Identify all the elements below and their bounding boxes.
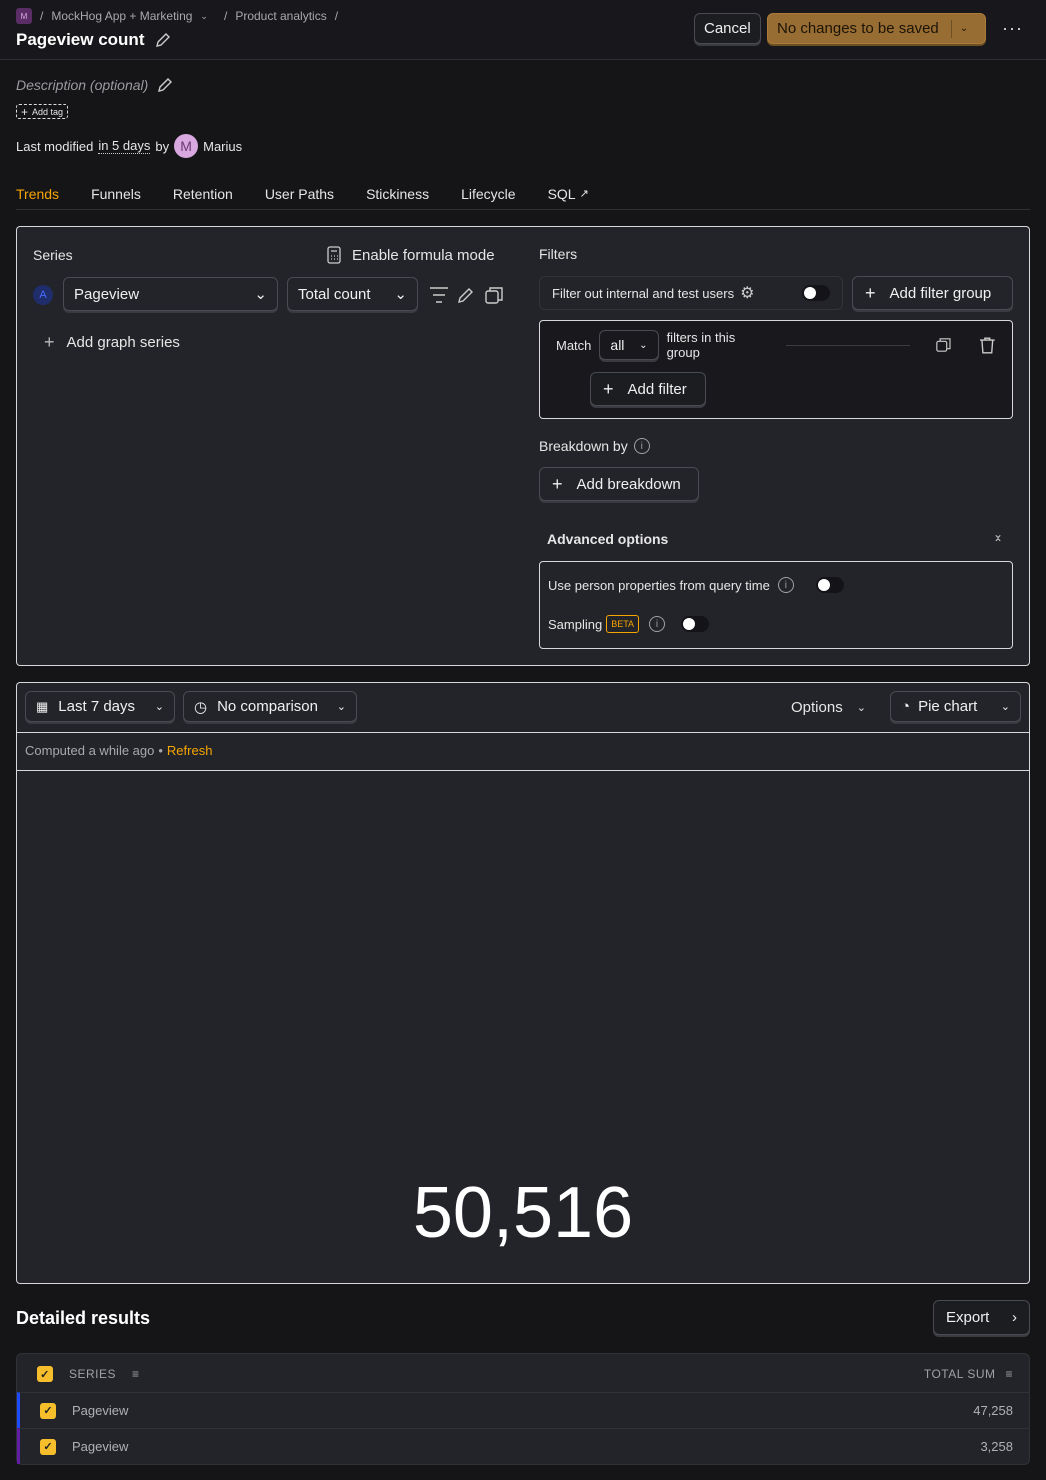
cancel-button[interactable]: Cancel: [694, 13, 761, 44]
plus-icon: +: [21, 104, 29, 119]
tab-sql[interactable]: SQL ↗: [548, 186, 589, 202]
breadcrumb-project[interactable]: MockHog App + Marketing: [51, 9, 192, 23]
advanced-options: [539, 561, 1013, 649]
computed-status: Computed a while ago • Refresh: [25, 743, 213, 758]
plus-icon: +: [552, 473, 563, 494]
page-title: Pageview count: [16, 30, 172, 50]
export-button[interactable]: Export ›: [933, 1300, 1030, 1335]
table-row: ✓ Pageview 3,258: [17, 1428, 1029, 1464]
add-filter-group-button[interactable]: + Add filter group: [852, 276, 1013, 310]
chevron-down-icon[interactable]: ⌄: [200, 11, 208, 22]
add-graph-series-button[interactable]: + Add graph series: [44, 332, 180, 353]
breakdown-label: Breakdown by i: [539, 438, 650, 454]
options-button[interactable]: Options ⌄: [791, 699, 866, 716]
sort-icon[interactable]: ≡: [1005, 1367, 1013, 1381]
more-icon[interactable]: ···: [1002, 18, 1023, 39]
tab-funnels[interactable]: Funnels: [91, 186, 141, 202]
calculator-icon: [327, 246, 341, 264]
plus-icon: +: [44, 332, 55, 352]
breadcrumb-section[interactable]: Product analytics: [235, 9, 326, 23]
duplicate-icon[interactable]: [935, 337, 952, 353]
select-all-checkbox[interactable]: ✓: [37, 1366, 53, 1382]
filters-label: Filters: [539, 246, 578, 262]
duplicate-icon[interactable]: [485, 286, 504, 305]
table-header: ✓ SERIES ≡ TOTAL SUM ≡: [17, 1356, 1029, 1392]
clock-icon: ◷: [194, 698, 208, 716]
chevron-down-icon: ⌄: [856, 702, 866, 714]
chevron-down-icon: ⌄: [1000, 701, 1010, 713]
event-select[interactable]: Pageview ⌄: [63, 277, 278, 311]
plus-icon: +: [865, 282, 876, 303]
add-breakdown-button[interactable]: + Add breakdown: [539, 467, 699, 501]
collapse-icon[interactable]: ⌄ ⌃: [993, 528, 1003, 549]
row-checkbox[interactable]: ✓: [40, 1438, 56, 1455]
tab-retention[interactable]: Retention: [173, 186, 233, 202]
filter-icon[interactable]: [428, 285, 450, 305]
pencil-icon[interactable]: [154, 31, 172, 49]
info-icon[interactable]: i: [777, 577, 794, 593]
insight-tabs: Trends Funnels Retention User Paths Stic…: [16, 178, 1030, 210]
sampling-toggle[interactable]: [681, 616, 710, 632]
description-field[interactable]: Description (optional): [16, 76, 174, 94]
series-badge: A: [33, 285, 53, 305]
beta-badge: BETA: [606, 615, 640, 633]
internal-users-toggle[interactable]: [802, 285, 830, 301]
table-row: ✓ Pageview 47,258: [17, 1392, 1029, 1428]
avatar: M: [174, 134, 199, 158]
internal-users-filter: Filter out internal and test users ⚙: [539, 276, 843, 310]
chevron-down-icon: ⌄: [394, 286, 407, 303]
chevron-down-icon[interactable]: ⌄: [960, 23, 968, 34]
tab-trends[interactable]: Trends: [16, 186, 59, 202]
series-label: Series: [33, 247, 73, 263]
chart-type-select[interactable]: ◔ Pie chart ⌄: [890, 691, 1021, 722]
total-value: 50,516: [412, 1173, 634, 1253]
gear-icon[interactable]: ⚙: [740, 283, 754, 303]
tab-user-paths[interactable]: User Paths: [265, 186, 334, 202]
calendar-icon: ▦: [36, 698, 49, 714]
detailed-results-title: Detailed results: [16, 1308, 151, 1328]
breadcrumb: M / MockHog App + Marketing ⌄ / Product …: [16, 8, 338, 24]
person-properties-toggle[interactable]: [815, 577, 844, 593]
math-select[interactable]: Total count ⌄: [287, 277, 418, 311]
last-modified: Last modified in 5 days by M Marius: [16, 134, 242, 158]
advanced-options-header[interactable]: Advanced options ⌄ ⌃: [547, 528, 1003, 549]
save-button[interactable]: No changes to be saved ⌄: [767, 13, 986, 44]
project-logo: M: [16, 8, 32, 24]
add-filter-button[interactable]: + Add filter: [590, 372, 706, 406]
sort-icon[interactable]: ≡: [132, 1367, 140, 1381]
info-icon[interactable]: i: [633, 438, 650, 454]
add-tag-button[interactable]: + Add tag: [16, 104, 69, 119]
external-link-icon: ↗: [579, 188, 589, 200]
row-checkbox[interactable]: ✓: [40, 1402, 56, 1419]
chevron-down-icon: ⌄: [154, 701, 164, 713]
pencil-icon[interactable]: [156, 76, 174, 94]
tab-stickiness[interactable]: Stickiness: [366, 186, 429, 202]
formula-mode-button[interactable]: Enable formula mode: [326, 246, 495, 264]
match-select[interactable]: all ⌄: [599, 330, 659, 360]
chevron-right-icon: ›: [1012, 1309, 1017, 1326]
pie-chart-icon: ◔: [901, 698, 911, 715]
chevron-down-icon: ⌄: [639, 339, 648, 351]
tab-lifecycle[interactable]: Lifecycle: [461, 186, 515, 202]
comparison-select[interactable]: ◷ No comparison ⌄: [183, 691, 357, 722]
refresh-link[interactable]: Refresh: [167, 743, 213, 758]
trash-icon[interactable]: [979, 336, 996, 354]
pencil-icon[interactable]: [456, 285, 476, 305]
date-range-select[interactable]: ▦ Last 7 days ⌄: [25, 691, 175, 722]
chevron-down-icon: ⌄: [336, 701, 346, 713]
chevron-down-icon: ⌄: [254, 286, 267, 303]
info-icon[interactable]: i: [649, 616, 666, 632]
plus-icon: +: [603, 378, 614, 399]
